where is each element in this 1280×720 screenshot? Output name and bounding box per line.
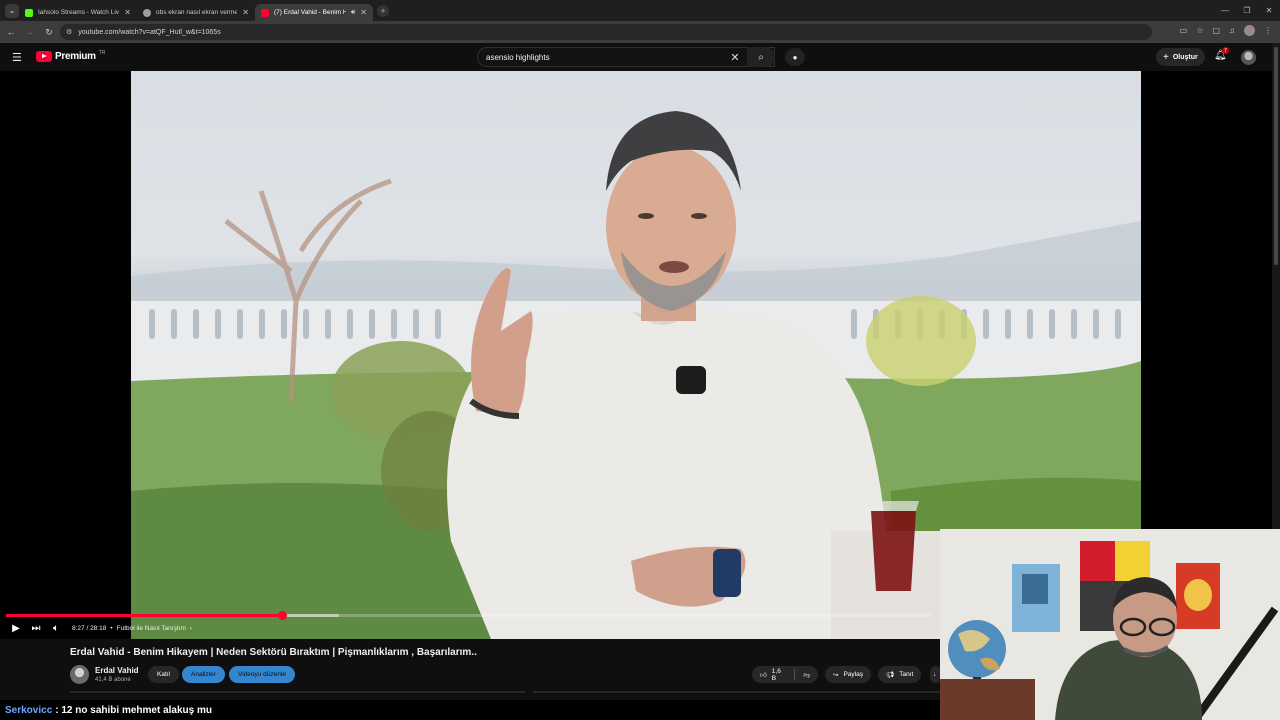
browser-tab-1[interactable]: obs ekran nasıl ekran verme... ✕ [137,4,255,21]
channel-name[interactable]: Erdal Vahid [95,666,139,675]
forward-icon[interactable]: → [22,27,38,37]
reload-icon[interactable]: ↻ [41,27,57,38]
player-controls: ▶ ⏭ 🔈︎ 8:27 / 28:18 • Futbol ile Nasıl T… [0,620,192,636]
tab-title: obs ekran nasıl ekran verme... [156,9,238,16]
divider [70,691,525,693]
volume-icon[interactable]: 🔈︎ [46,623,66,634]
edit-video-button[interactable]: Videoyu düzenle [229,666,295,683]
chat-overlay: Serkovicc : 12 no sahibi mehmet alakuş m… [0,700,940,720]
kick-favicon-icon [25,8,33,17]
create-button[interactable]: + Oluştur [1156,48,1205,66]
new-tab-button[interactable]: + [377,4,389,17]
close-tab-icon[interactable]: ✕ [242,8,249,17]
thumbs-up-icon[interactable]: 👍︎ [760,671,767,679]
divider [793,669,795,680]
search-icon: ⌕ [758,51,764,63]
speaker-icon[interactable]: 🔊︎ [351,9,355,17]
channel-avatar[interactable] [70,665,89,684]
webcam-overlay [940,529,1280,720]
scrollbar-thumb[interactable] [1274,47,1278,265]
youtube-play-logo-icon [36,51,52,62]
bookmark-star-icon[interactable]: ☆ [1196,26,1203,35]
share-icon: ↪ [833,671,839,679]
thumbs-down-icon[interactable]: 👎︎ [803,671,810,679]
tab-title: (7) Erdal Vahid - Benim Hik... [274,9,346,16]
chat-message: : 12 no sahibi mehmet alakuş mu [55,704,212,716]
browser-tab-0[interactable]: Iahsolo Streams - Watch Live o... ✕ [19,4,137,21]
download-icon: ↓ [933,671,937,678]
video-title: Erdal Vahid - Benim Hikayem | Neden Sekt… [70,647,477,658]
brand-text: Premium [55,51,96,62]
analytics-button[interactable]: Analizler [182,666,225,683]
address-bar-row: ← → ↻ ⚙ youtube.com/watch?v=atQF_Hutl_w&… [0,21,1280,43]
chapter-title[interactable]: Futbol ile Nasıl Tanıştım [117,625,186,632]
browser-tab-strip: ⌄ Iahsolo Streams - Watch Live o... ✕ ob… [0,0,1280,21]
country-code: TR [98,49,106,56]
next-icon[interactable]: ⏭ [26,623,46,634]
extensions-icon[interactable]: ▢ [1212,26,1220,35]
profile-icon[interactable] [1244,25,1255,36]
megaphone-icon: 📢︎ [886,671,895,679]
user-avatar[interactable] [1241,50,1256,65]
url-field[interactable]: ⚙ youtube.com/watch?v=atQF_Hutl_w&t=1065… [60,24,1152,40]
chapter-dot: • [110,624,113,632]
search-input[interactable]: asensio highlights ✕ [477,47,775,67]
join-button[interactable]: Katıl [148,666,180,683]
close-window-icon[interactable]: ✕ [1258,0,1280,21]
create-label: Oluştur [1172,53,1198,61]
back-icon[interactable]: ← [3,27,19,37]
chevron-right-icon[interactable]: › [190,625,192,632]
clear-search-icon[interactable]: ✕ [726,51,744,64]
site-info-icon[interactable]: ⚙ [66,28,72,36]
play-icon[interactable]: ▶ [6,623,26,634]
restore-icon[interactable]: ❐ [1236,0,1258,21]
browser-toolbar-right: ▭ ☆ ▢ ♫ ⋮ [1180,25,1272,36]
promote-label: Tanıt [899,671,914,678]
youtube-header: ☰ Premium TR asensio highlights ✕ ⌕ ● + … [0,43,1272,71]
plus-icon: + [1163,51,1169,63]
tab-search-icon[interactable]: ⌄ [5,3,19,18]
window-controls: — ❐ ✕ [1214,0,1280,21]
share-button[interactable]: ↪ Paylaş [825,666,871,683]
promote-button[interactable]: 📢︎ Tanıt [878,666,922,683]
played-bar [6,614,282,617]
search-button[interactable]: ⌕ [747,47,775,67]
media-control-icon[interactable]: ♫ [1229,26,1235,35]
time-display: 8:27 / 28:18 [72,624,107,632]
menu-hamburger-icon[interactable]: ☰ [12,51,22,64]
search-query: asensio highlights [486,52,550,62]
tab-title: Iahsolo Streams - Watch Live o... [38,9,120,16]
divider [533,691,940,693]
microphone-icon: ● [792,52,798,62]
chat-username: Serkovicc [5,704,53,716]
youtube-favicon-icon [261,8,269,17]
scrubber-handle[interactable] [277,611,287,620]
progress-bar[interactable] [6,611,932,620]
voice-search-button[interactable]: ● [785,48,805,66]
subscriber-count: 41,4 B abone [95,677,131,683]
like-count[interactable]: 1,6 B [772,668,785,682]
minimize-icon[interactable]: — [1214,0,1236,21]
browser-tab-2[interactable]: (7) Erdal Vahid - Benim Hik... 🔊︎ ✕ [255,4,373,21]
webcam-still [940,529,1280,720]
close-tab-icon[interactable]: ✕ [124,8,131,17]
share-label: Paylaş [843,671,863,678]
google-favicon-icon [143,8,151,17]
cast-icon[interactable]: ▭ [1180,26,1188,35]
like-dislike-group: 👍︎ 1,6 B 👎︎ [752,666,818,683]
close-tab-icon[interactable]: ✕ [360,8,367,17]
youtube-logo[interactable]: Premium TR [36,49,106,62]
url-text: youtube.com/watch?v=atQF_Hutl_w&t=1065s [78,28,221,36]
browser-menu-icon[interactable]: ⋮ [1264,26,1272,35]
notification-badge: 7 [1222,47,1229,54]
